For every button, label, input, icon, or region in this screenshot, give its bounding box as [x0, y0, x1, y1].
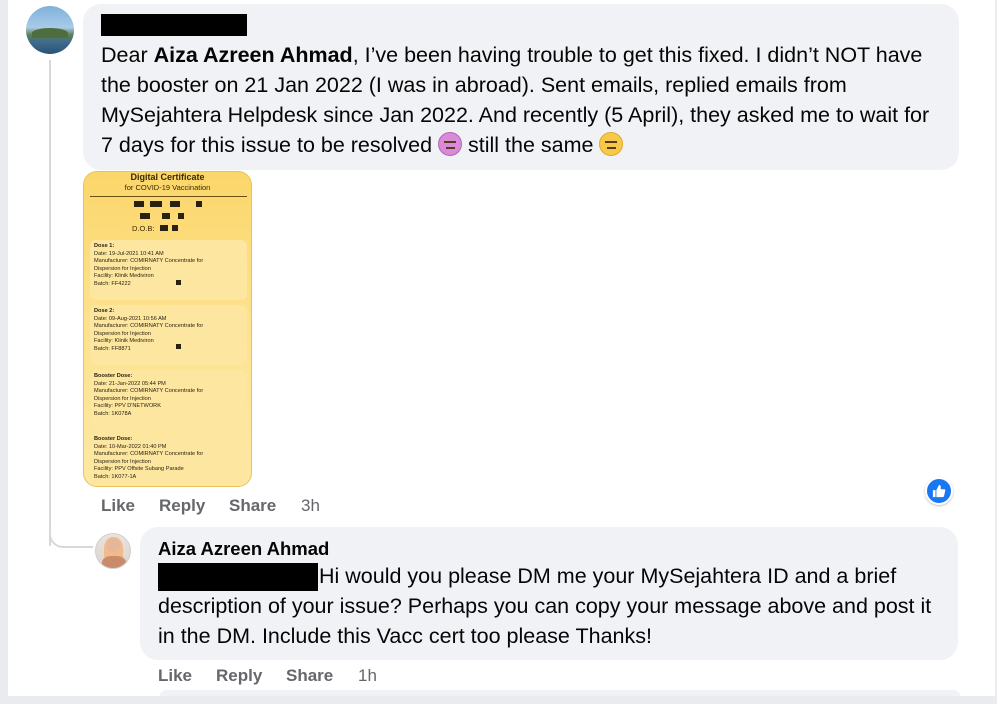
- redacted-block: [134, 201, 144, 207]
- thread-line: [49, 60, 51, 546]
- like-reaction-badge[interactable]: [925, 477, 953, 505]
- reply-actions: Like Reply Share 1h: [158, 666, 398, 688]
- redacted-block: [170, 201, 180, 207]
- dose-card: Dose 1: Date: 19-Jul-2021 10:41 AM Manuf…: [90, 240, 247, 300]
- redacted-block: [140, 213, 150, 219]
- redacted-block: [150, 201, 162, 207]
- redacted-block: [176, 280, 181, 285]
- dose-card: Booster Dose: Date: 10-Mar-2022 01:40 PM…: [90, 433, 247, 486]
- reply-author-name[interactable]: Aiza Azreen Ahmad: [158, 538, 329, 560]
- certificate-dob-label: D.O.B:: [132, 224, 155, 233]
- share-button[interactable]: Share: [229, 496, 276, 516]
- like-button[interactable]: Like: [101, 496, 135, 516]
- reply-button[interactable]: Reply: [216, 666, 262, 686]
- dose-card: Booster Dose: Date: 21-Jan-2022 05:44 PM…: [90, 370, 247, 430]
- redacted-block: [172, 225, 178, 231]
- dose-card: Dose 2: Date: 09-Aug-2021 10:56 AM Manuf…: [90, 305, 247, 365]
- reply-text: Hi would you please DM me your MySejahte…: [158, 564, 932, 648]
- certificate-divider: [90, 196, 247, 197]
- vaccination-certificate-image[interactable]: Digital Certificate for COVID-19 Vaccina…: [83, 171, 252, 487]
- commenter-avatar[interactable]: [26, 6, 74, 54]
- mention-link[interactable]: Aiza Azreen Ahmad: [154, 43, 353, 67]
- certificate-subtitle: for COVID-19 Vaccination: [124, 183, 211, 192]
- next-comment-edge: [160, 690, 960, 696]
- redacted-block: [178, 213, 184, 219]
- redacted-block: [176, 344, 181, 349]
- redacted-author-name: [101, 14, 247, 36]
- thumbs-up-icon: [932, 484, 946, 498]
- like-button[interactable]: Like: [158, 666, 192, 686]
- thread-connector: [49, 520, 93, 548]
- timestamp[interactable]: 3h: [301, 496, 320, 516]
- share-button[interactable]: Share: [286, 666, 333, 686]
- reply-author-avatar[interactable]: [95, 533, 131, 569]
- timestamp[interactable]: 1h: [358, 666, 377, 686]
- reply-button[interactable]: Reply: [159, 496, 205, 516]
- expressionless-face-icon: [599, 132, 624, 156]
- redacted-block: [162, 213, 170, 219]
- comment-actions: Like Reply Share 3h: [101, 496, 341, 518]
- redacted-block: [196, 201, 202, 207]
- redacted-block: [160, 225, 168, 231]
- certificate-title: Digital Certificate: [130, 172, 205, 182]
- comment-text: Dear Aiza Azreen Ahmad, I’ve been having…: [101, 43, 930, 157]
- dizzy-face-icon: [438, 132, 463, 156]
